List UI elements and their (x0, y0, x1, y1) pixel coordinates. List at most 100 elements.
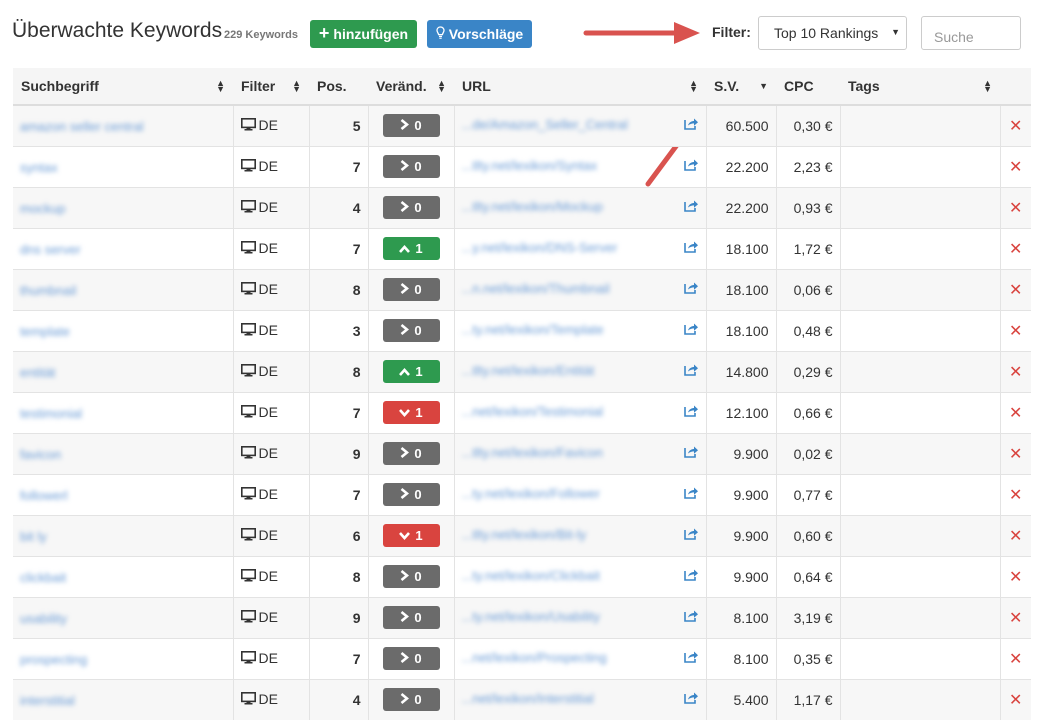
ranking-url[interactable]: ...tlty.net/lexikon/Mockup (462, 199, 674, 214)
tags-cell[interactable] (840, 432, 1001, 474)
col-header-cpc[interactable]: CPC (776, 68, 840, 106)
share-icon[interactable] (683, 445, 699, 461)
keyword-link[interactable]: dns server (20, 242, 81, 257)
keyword-cell[interactable]: thumbnail (13, 268, 234, 310)
delete-icon[interactable]: ✕ (1000, 596, 1031, 638)
share-icon[interactable] (683, 691, 699, 707)
keyword-cell[interactable]: entität (13, 350, 234, 392)
delete-icon[interactable]: ✕ (1000, 432, 1031, 474)
col-header-url[interactable]: URL ▲ ▼ (454, 68, 706, 106)
share-icon[interactable] (683, 158, 699, 174)
ranking-url[interactable]: ...tlty.net/lexikon/Entität (462, 363, 674, 378)
delete-icon[interactable]: ✕ (1000, 391, 1031, 433)
col-header-pos[interactable]: Pos. (309, 68, 368, 106)
tags-cell[interactable] (840, 227, 1001, 269)
tags-cell[interactable] (840, 309, 1001, 351)
delete-icon[interactable]: ✕ (1000, 104, 1031, 146)
keyword-link[interactable]: syntax (20, 160, 58, 175)
share-icon[interactable] (683, 240, 699, 256)
keyword-link[interactable]: testimonial (20, 406, 82, 421)
keyword-cell[interactable]: template (13, 309, 234, 351)
share-icon[interactable] (683, 117, 699, 133)
ranking-url[interactable]: ...net/lexikon/Interstitial (462, 691, 674, 706)
delete-icon[interactable]: ✕ (1000, 227, 1031, 269)
ranking-url[interactable]: ...n.net/lexikon/Thumbnail (462, 281, 674, 296)
ranking-url[interactable]: ...tlty.net/lexikon/Favicon (462, 445, 674, 460)
keyword-cell[interactable]: dns server (13, 227, 234, 269)
keyword-link[interactable]: entität (20, 365, 55, 380)
keyword-link[interactable]: followerl (20, 488, 68, 503)
tags-cell[interactable] (840, 596, 1001, 638)
share-icon[interactable] (683, 404, 699, 420)
delete-icon[interactable]: ✕ (1000, 678, 1031, 720)
delete-icon[interactable]: ✕ (1000, 145, 1031, 187)
delete-icon[interactable]: ✕ (1000, 268, 1031, 310)
col-header-filter[interactable]: Filter ▲ ▼ (233, 68, 309, 106)
keyword-link[interactable]: clickbait (20, 570, 66, 585)
delete-icon[interactable]: ✕ (1000, 514, 1031, 556)
keyword-cell[interactable]: favicon (13, 432, 234, 474)
ranking-url[interactable]: ...de/Amazon_Seller_Central (462, 117, 674, 132)
keyword-link[interactable]: favicon (20, 447, 61, 462)
ranking-url[interactable]: ...ty.net/lexikon/Clickbait (462, 568, 674, 583)
col-header-tags[interactable]: Tags ▲ ▼ (840, 68, 1000, 106)
delete-icon[interactable]: ✕ (1000, 555, 1031, 597)
share-icon[interactable] (683, 650, 699, 666)
share-icon[interactable] (683, 609, 699, 625)
tags-cell[interactable] (840, 473, 1001, 515)
share-icon[interactable] (683, 199, 699, 215)
col-header-sv[interactable]: S.V. ▼ (706, 68, 776, 106)
ranking-url[interactable]: ...tlty.net/lexikon/Syntax (462, 158, 674, 173)
tags-cell[interactable] (840, 104, 1001, 146)
delete-icon[interactable]: ✕ (1000, 637, 1031, 679)
keyword-cell[interactable]: amazon seller central (13, 104, 234, 146)
keyword-cell[interactable]: mockup (13, 186, 234, 228)
keyword-link[interactable]: amazon seller central (20, 119, 144, 134)
ranking-url[interactable]: ...net/lexikon/Prospecting (462, 650, 674, 665)
keyword-cell[interactable]: bit ly (13, 514, 234, 556)
col-header-change[interactable]: Veränd. ▲ ▼ (368, 68, 454, 106)
tags-cell[interactable] (840, 678, 1001, 720)
add-keyword-button[interactable]: + hinzufügen (310, 20, 417, 48)
share-icon[interactable] (683, 527, 699, 543)
tags-cell[interactable] (840, 391, 1001, 433)
ranking-url[interactable]: ...y.net/lexikon/DNS-Server (462, 240, 674, 255)
share-icon[interactable] (683, 363, 699, 379)
search-input[interactable] (921, 16, 1021, 50)
ranking-url[interactable]: ...ty.net/lexikon/Template (462, 322, 674, 337)
keyword-cell[interactable]: clickbait (13, 555, 234, 597)
keyword-link[interactable]: thumbnail (20, 283, 76, 298)
tags-cell[interactable] (840, 555, 1001, 597)
delete-icon[interactable]: ✕ (1000, 186, 1031, 228)
keyword-link[interactable]: usability (20, 611, 67, 626)
filter-select[interactable]: Top 10 Rankings ▼ (758, 16, 907, 50)
suggestions-button[interactable]: Vorschläge (427, 20, 532, 48)
tags-cell[interactable] (840, 514, 1001, 556)
ranking-url[interactable]: ...net/lexikon/Testimonial (462, 404, 674, 419)
keyword-link[interactable]: interstitial (20, 693, 75, 708)
col-header-suchbegriff[interactable]: Suchbegriff ▲ ▼ (13, 68, 233, 106)
keyword-link[interactable]: prospecting (20, 652, 87, 667)
keyword-cell[interactable]: followerl (13, 473, 234, 515)
keyword-link[interactable]: template (20, 324, 70, 339)
keyword-cell[interactable]: testimonial (13, 391, 234, 433)
ranking-url[interactable]: ...tlty.net/lexikon/Bit-ly (462, 527, 674, 542)
keyword-cell[interactable]: prospecting (13, 637, 234, 679)
ranking-url[interactable]: ...ty.net/lexikon/Usability (462, 609, 674, 624)
keyword-cell[interactable]: usability (13, 596, 234, 638)
tags-cell[interactable] (840, 186, 1001, 228)
delete-icon[interactable]: ✕ (1000, 473, 1031, 515)
share-icon[interactable] (683, 281, 699, 297)
tags-cell[interactable] (840, 637, 1001, 679)
delete-icon[interactable]: ✕ (1000, 309, 1031, 351)
keyword-cell[interactable]: interstitial (13, 678, 234, 720)
tags-cell[interactable] (840, 350, 1001, 392)
ranking-url[interactable]: ...ty.net/lexikon/Follower (462, 486, 674, 501)
delete-icon[interactable]: ✕ (1000, 350, 1031, 392)
keyword-cell[interactable]: syntax (13, 145, 234, 187)
tags-cell[interactable] (840, 268, 1001, 310)
share-icon[interactable] (683, 568, 699, 584)
keyword-link[interactable]: mockup (20, 201, 66, 216)
share-icon[interactable] (683, 486, 699, 502)
share-icon[interactable] (683, 322, 699, 338)
